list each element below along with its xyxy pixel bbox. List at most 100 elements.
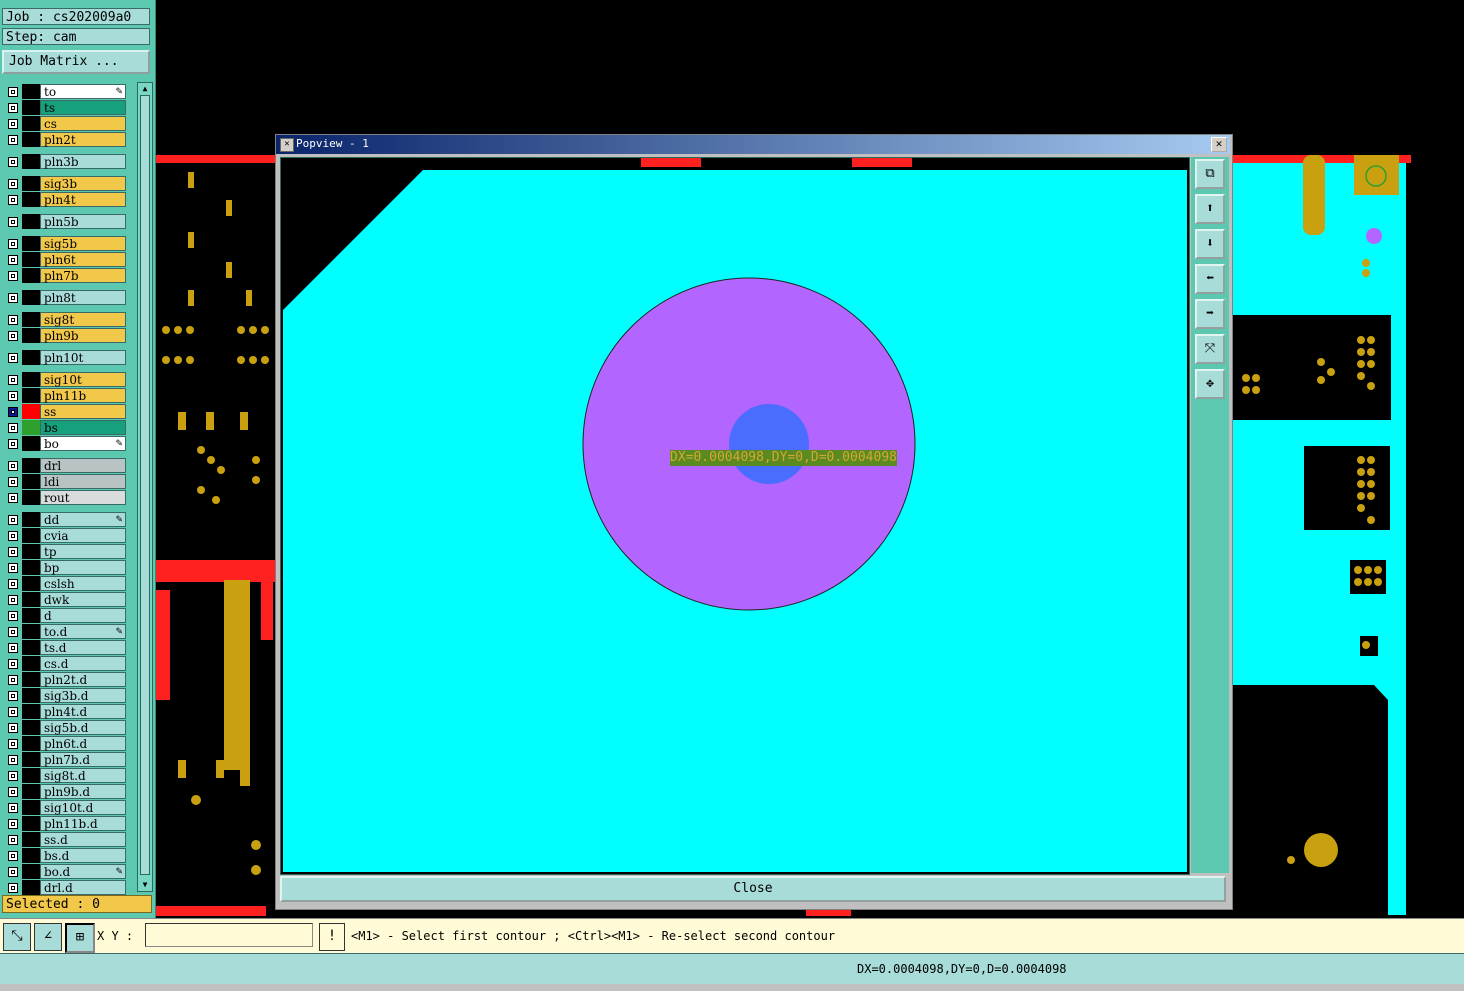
layer-color-slot[interactable] bbox=[22, 404, 40, 419]
layer-color-slot[interactable] bbox=[22, 752, 40, 767]
layer-name[interactable]: pln4t bbox=[40, 192, 126, 207]
layer-name[interactable]: pln2t.d bbox=[40, 672, 126, 687]
layer-color-slot[interactable] bbox=[22, 528, 40, 543]
layer-name[interactable]: cs.d bbox=[40, 656, 126, 671]
layer-name[interactable]: to ✎ bbox=[40, 84, 126, 99]
layer-color-slot[interactable] bbox=[22, 436, 40, 451]
layer-name[interactable]: ss bbox=[40, 404, 126, 419]
layer-checkbox[interactable] bbox=[8, 531, 18, 541]
layer-color-slot[interactable] bbox=[22, 784, 40, 799]
layer-row[interactable]: pln4t bbox=[4, 192, 126, 207]
layer-color-slot[interactable] bbox=[22, 236, 40, 251]
layer-checkbox[interactable] bbox=[8, 439, 18, 449]
layer-name[interactable]: bp bbox=[40, 560, 126, 575]
scroll-down-icon[interactable]: ▼ bbox=[140, 881, 150, 889]
layer-row[interactable]: pln8t bbox=[4, 290, 126, 305]
layer-color-slot[interactable] bbox=[22, 512, 40, 527]
layer-checkbox[interactable] bbox=[8, 659, 18, 669]
layer-name[interactable]: ts bbox=[40, 100, 126, 115]
layer-row[interactable]: bp bbox=[4, 560, 126, 575]
layer-color-slot[interactable] bbox=[22, 768, 40, 783]
layer-checkbox[interactable] bbox=[8, 477, 18, 487]
layer-color-slot[interactable] bbox=[22, 372, 40, 387]
layer-color-slot[interactable] bbox=[22, 192, 40, 207]
layer-checkbox[interactable] bbox=[8, 771, 18, 781]
layer-checkbox[interactable] bbox=[8, 103, 18, 113]
layer-color-slot[interactable] bbox=[22, 688, 40, 703]
layer-checkbox[interactable] bbox=[8, 563, 18, 573]
layer-color-slot[interactable] bbox=[22, 116, 40, 131]
layer-color-slot[interactable] bbox=[22, 864, 40, 879]
layer-name[interactable]: bo ✎ bbox=[40, 436, 126, 451]
layer-checkbox[interactable] bbox=[8, 195, 18, 205]
layer-name[interactable]: bs.d bbox=[40, 848, 126, 863]
layer-name[interactable]: ts.d bbox=[40, 640, 126, 655]
layer-checkbox[interactable] bbox=[8, 803, 18, 813]
layer-name[interactable]: pln5b bbox=[40, 214, 126, 229]
zoom-in-icon[interactable]: ⬆ bbox=[1195, 194, 1225, 224]
layer-list-scrollbar[interactable]: ▲ ▼ bbox=[137, 82, 153, 892]
layer-name[interactable]: sig5b.d bbox=[40, 720, 126, 735]
layer-row[interactable]: to ✎ bbox=[4, 84, 126, 99]
layer-checkbox[interactable] bbox=[8, 579, 18, 589]
layer-color-slot[interactable] bbox=[22, 490, 40, 505]
layer-checkbox[interactable] bbox=[8, 627, 18, 637]
layer-checkbox[interactable] bbox=[8, 391, 18, 401]
layer-name[interactable]: rout bbox=[40, 490, 126, 505]
layer-color-slot[interactable] bbox=[22, 880, 40, 895]
layer-color-slot[interactable] bbox=[22, 800, 40, 815]
layer-row[interactable]: to.d ✎ bbox=[4, 624, 126, 639]
layer-name[interactable]: pln11b bbox=[40, 388, 126, 403]
layer-color-slot[interactable] bbox=[22, 176, 40, 191]
layer-name[interactable]: drl bbox=[40, 458, 126, 473]
layer-row[interactable]: sig10t.d bbox=[4, 800, 126, 815]
layer-row[interactable]: dwk bbox=[4, 592, 126, 607]
layer-checkbox[interactable] bbox=[8, 135, 18, 145]
layer-checkbox[interactable] bbox=[8, 87, 18, 97]
layer-name[interactable]: pln6t bbox=[40, 252, 126, 267]
layer-name[interactable]: sig10t.d bbox=[40, 800, 126, 815]
layer-name[interactable]: sig5b bbox=[40, 236, 126, 251]
layer-name[interactable]: sig10t bbox=[40, 372, 126, 387]
layer-name[interactable]: to.d ✎ bbox=[40, 624, 126, 639]
layer-name[interactable]: sig3b bbox=[40, 176, 126, 191]
layer-name[interactable]: pln9b bbox=[40, 328, 126, 343]
layer-checkbox[interactable] bbox=[8, 723, 18, 733]
layer-name[interactable]: pln6t.d bbox=[40, 736, 126, 751]
layer-checkbox[interactable] bbox=[8, 675, 18, 685]
layer-color-slot[interactable] bbox=[22, 132, 40, 147]
measure-point-icon[interactable]: ⤡ bbox=[3, 923, 31, 951]
layer-checkbox[interactable] bbox=[8, 883, 18, 893]
layer-color-slot[interactable] bbox=[22, 624, 40, 639]
layer-name[interactable]: tp bbox=[40, 544, 126, 559]
layer-color-slot[interactable] bbox=[22, 544, 40, 559]
layer-name[interactable]: pln4t.d bbox=[40, 704, 126, 719]
layer-checkbox[interactable] bbox=[8, 157, 18, 167]
layer-color-slot[interactable] bbox=[22, 100, 40, 115]
layer-checkbox[interactable] bbox=[8, 851, 18, 861]
layer-row[interactable]: pln9b bbox=[4, 328, 126, 343]
layer-row[interactable]: pln7b bbox=[4, 268, 126, 283]
layer-color-slot[interactable] bbox=[22, 832, 40, 847]
layer-color-slot[interactable] bbox=[22, 252, 40, 267]
layer-name[interactable]: cslsh bbox=[40, 576, 126, 591]
layer-checkbox[interactable] bbox=[8, 611, 18, 621]
layer-color-slot[interactable] bbox=[22, 458, 40, 473]
layer-row[interactable]: pln6t.d bbox=[4, 736, 126, 751]
layer-color-slot[interactable] bbox=[22, 576, 40, 591]
layer-checkbox[interactable] bbox=[8, 691, 18, 701]
layer-checkbox[interactable] bbox=[8, 867, 18, 877]
layer-color-slot[interactable] bbox=[22, 312, 40, 327]
layer-color-slot[interactable] bbox=[22, 560, 40, 575]
layer-name[interactable]: pln8t bbox=[40, 290, 126, 305]
layer-name[interactable]: pln7b bbox=[40, 268, 126, 283]
close-window-icon[interactable]: ✕ bbox=[1211, 137, 1227, 152]
layer-checkbox[interactable] bbox=[8, 835, 18, 845]
layer-row[interactable]: d bbox=[4, 608, 126, 623]
layer-row[interactable]: bo ✎ bbox=[4, 436, 126, 451]
layer-checkbox[interactable] bbox=[8, 239, 18, 249]
layer-color-slot[interactable] bbox=[22, 704, 40, 719]
layer-checkbox[interactable] bbox=[8, 293, 18, 303]
layer-row[interactable]: bo.d ✎ bbox=[4, 864, 126, 879]
layer-row[interactable]: sig10t bbox=[4, 372, 126, 387]
